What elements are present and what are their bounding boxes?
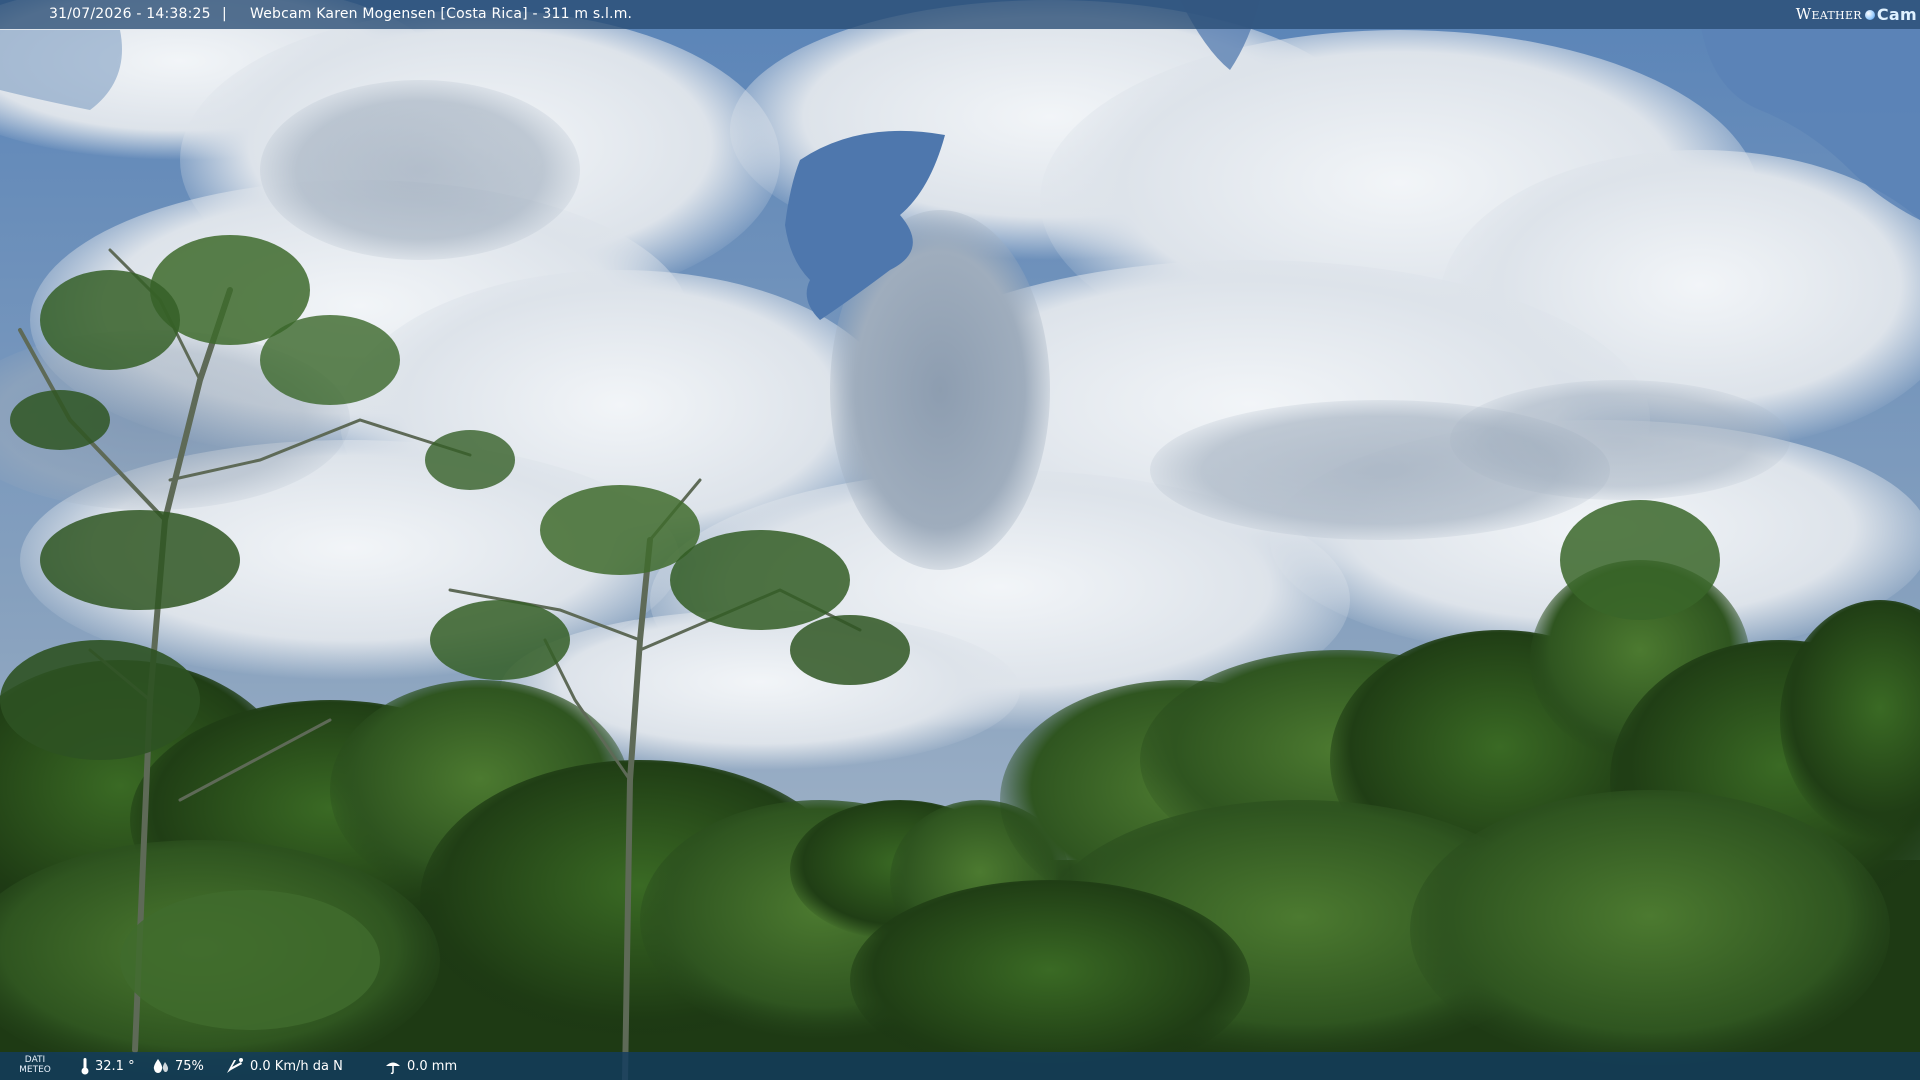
rain-value: 0.0 mm [407, 1058, 458, 1074]
wind-icon [225, 1057, 245, 1075]
thermometer-icon [80, 1057, 90, 1075]
logo-text-cam: Cam [1876, 5, 1917, 24]
weather-data-label-line1: DATI [24, 1055, 46, 1065]
temperature-value: 32.1 ° [95, 1058, 135, 1074]
humidity-drop-icon [152, 1058, 170, 1074]
top-info-bar: 31/07/2026 - 14:38:25 | Webcam Karen Mog… [0, 0, 1920, 29]
webcam-image [0, 0, 1920, 1080]
weathercam-logo: Weather Cam [1796, 0, 1917, 29]
timestamp: 31/07/2026 - 14:38:25 [49, 6, 211, 22]
logo-text-weather: Weather [1795, 5, 1862, 23]
rain-icon [384, 1058, 402, 1074]
weather-data-label: DATI METEO [18, 1055, 52, 1075]
rain-reading: 0.0 mm [384, 1052, 457, 1080]
humidity-reading: 75% [152, 1052, 204, 1080]
weather-data-bar: DATI METEO 32.1 ° 75% 0.0 Km/h da N 0.0 … [0, 1052, 1920, 1080]
webcam-title: Webcam Karen Mogensen [Costa Rica] - 311… [250, 6, 633, 22]
wind-value: 0.0 Km/h da N [250, 1058, 343, 1074]
humidity-value: 75% [175, 1058, 204, 1074]
wind-reading: 0.0 Km/h da N [225, 1052, 343, 1080]
title-separator: | [222, 6, 227, 22]
weathercam-globe-icon [1864, 9, 1875, 20]
weather-data-label-line2: METEO [19, 1065, 51, 1075]
temperature-reading: 32.1 ° [80, 1052, 135, 1080]
webcam-view: 31/07/2026 - 14:38:25 | Webcam Karen Mog… [0, 0, 1920, 1080]
